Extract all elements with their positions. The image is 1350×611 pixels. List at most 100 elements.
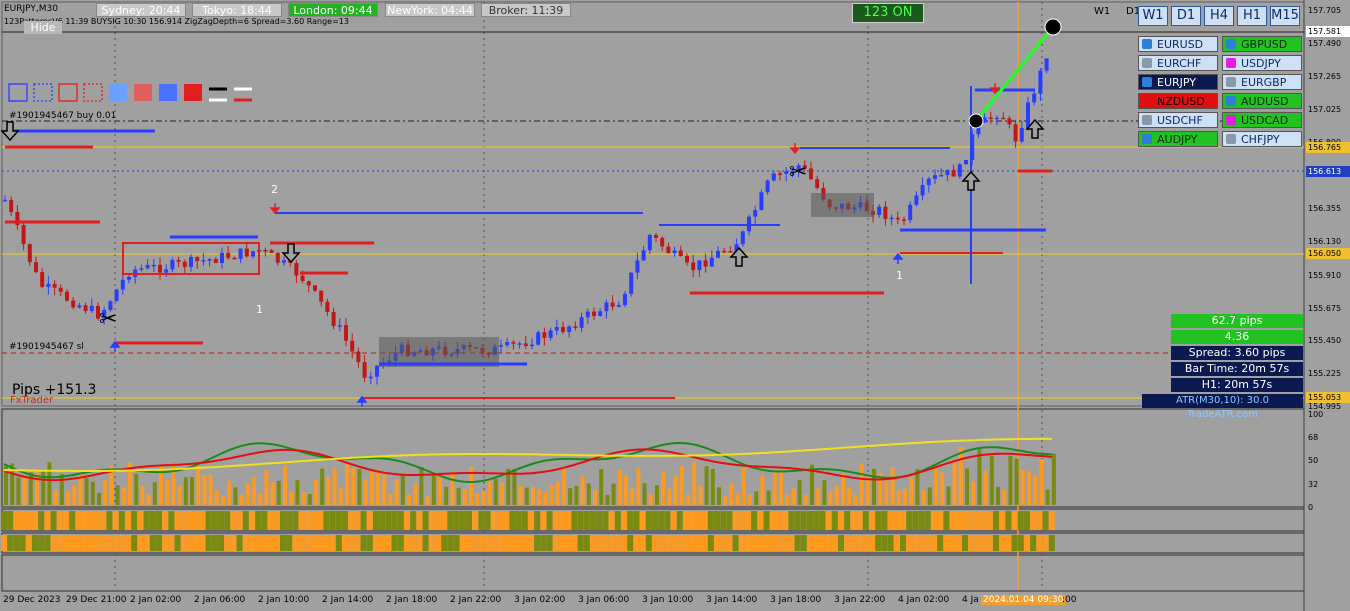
strength-bar (484, 511, 491, 530)
symbol-button-eurusd[interactable]: EURUSD (1138, 36, 1218, 52)
strength-bar (1017, 511, 1024, 530)
candle-body (52, 283, 57, 288)
strength-bar (534, 535, 541, 551)
strength-bar (428, 535, 435, 551)
symbol-color-icon (1226, 134, 1236, 144)
strength-bar (602, 535, 609, 551)
strength-bar (565, 535, 572, 551)
strength-bar (50, 535, 57, 551)
style-swatch-icon (184, 84, 202, 101)
symbol-button-audusd[interactable]: AUDUSD (1222, 93, 1302, 109)
strength-bar (1042, 511, 1049, 530)
strength-bar (838, 511, 844, 530)
symbol-color-icon (1142, 134, 1152, 144)
strength-bar (893, 535, 900, 551)
session-clock-0: Sydney: 20:44 (96, 3, 186, 17)
strength-bar (726, 511, 733, 530)
symbol-button-chfjpy[interactable]: CHFJPY (1222, 131, 1302, 147)
volume-bar (140, 486, 145, 505)
strength-bar (373, 535, 379, 551)
symbol-button-eurgbp[interactable]: EURGBP (1222, 74, 1302, 90)
volume-bar (270, 482, 275, 505)
volume-bar (326, 477, 331, 505)
strength-bar (583, 511, 590, 530)
strength-bar (732, 511, 739, 530)
symbol-button-usdchf[interactable]: USDCHF (1138, 112, 1218, 128)
strength-bar (379, 511, 386, 530)
candle-body (784, 171, 789, 174)
strength-bar (422, 535, 429, 551)
strength-bar (286, 535, 293, 551)
symbol-button-nzdusd[interactable]: NZDUSD (1138, 93, 1218, 109)
strength-bar (391, 511, 398, 530)
volume-bar (797, 479, 802, 505)
strength-bar (652, 535, 658, 551)
candle-body (251, 251, 255, 257)
symbol-button-gbpusd[interactable]: GBPUSD (1222, 36, 1302, 52)
symbol-button-usdcad[interactable]: USDCAD (1222, 112, 1302, 128)
strength-bar (404, 511, 410, 530)
strength-bar (112, 511, 119, 530)
strength-bar (652, 511, 658, 530)
volume-bar (208, 474, 213, 505)
candle-body (685, 255, 689, 263)
candle-body (331, 311, 336, 327)
volume-bar (946, 486, 951, 505)
symbol-button-eurchf[interactable]: EURCHF (1138, 55, 1218, 71)
candle-body (58, 287, 63, 292)
timeframe-button-h1[interactable]: H1 (1237, 6, 1267, 26)
volume-bar (72, 486, 77, 505)
strength-bar (162, 511, 169, 530)
timeframe-button-w1[interactable]: W1 (1138, 6, 1168, 26)
strength-bar (924, 511, 931, 530)
strength-bar (943, 511, 950, 530)
strength-bar (311, 535, 317, 551)
strength-bar (918, 535, 925, 551)
strength-bar (509, 511, 516, 530)
symbol-button-eurjpy[interactable]: EURJPY (1138, 74, 1218, 90)
volume-bar (983, 470, 988, 505)
strength-bar (87, 535, 94, 551)
strength-bar (304, 535, 311, 551)
strength-bar (887, 535, 894, 551)
candle-body (1038, 70, 1043, 94)
volume-bar (921, 490, 926, 505)
strength-bar (676, 535, 683, 551)
symbol-button-audjpy[interactable]: AUDJPY (1138, 131, 1218, 147)
strength-bar (670, 511, 677, 530)
volume-bar (952, 460, 957, 505)
strength-bar (69, 511, 76, 530)
volume-bar (859, 463, 864, 505)
strength-bar (187, 511, 193, 530)
strength-bar (1005, 535, 1012, 551)
strength-bar (794, 511, 801, 530)
candle-body (220, 252, 224, 264)
strength-bar (900, 511, 906, 530)
strength-bar (658, 535, 665, 551)
strength-bar (571, 535, 578, 551)
timeframe-button-h4[interactable]: H4 (1204, 6, 1234, 26)
symbol-button-usdjpy[interactable]: USDJPY (1222, 55, 1302, 71)
strength-bar (1036, 511, 1043, 530)
candle-body (213, 259, 218, 264)
candle-body (368, 376, 373, 379)
strength-bar (1030, 535, 1037, 551)
hide-button[interactable]: Hide (24, 21, 62, 34)
buy-arrow-icon (961, 170, 981, 191)
volume-bar (177, 485, 182, 505)
volume-bar (500, 482, 504, 505)
strength-bar (56, 511, 63, 530)
volume-bar (710, 468, 715, 505)
candle-body (765, 180, 770, 193)
candle-body (170, 260, 175, 270)
pattern-badge[interactable]: 123 ON (852, 3, 924, 23)
strength-bar (205, 511, 212, 530)
timeframe-button-m15[interactable]: M15 (1270, 6, 1300, 26)
strength-bar (1011, 511, 1018, 530)
chart-canvas[interactable]: ✂✂ (0, 0, 1350, 611)
strength-bar (472, 535, 479, 551)
timeframe-button-d1[interactable]: D1 (1171, 6, 1201, 26)
symbol-label: AUDJPY (1157, 133, 1198, 146)
volume-bar (1045, 489, 1050, 505)
strength-bar (236, 511, 243, 530)
